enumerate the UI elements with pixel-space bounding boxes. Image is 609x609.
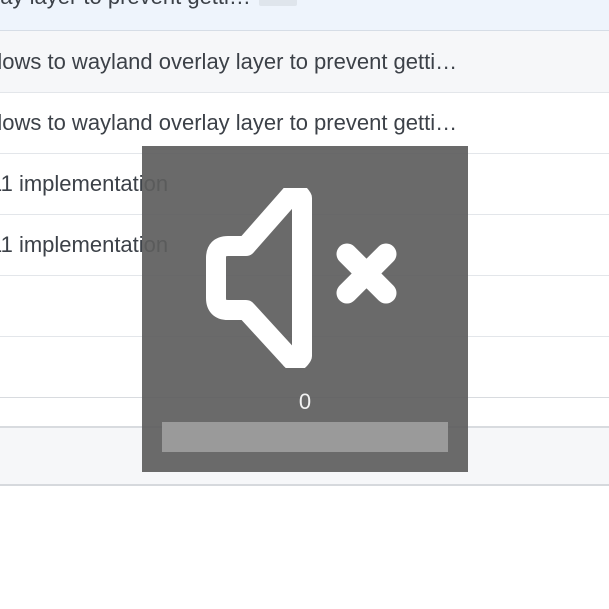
list-item-title: nay layer to prevent getti…	[0, 0, 251, 14]
list-item-title: dows to wayland overlay layer to prevent…	[0, 110, 458, 135]
list-item[interactable]: dows to wayland overlay layer to prevent…	[0, 93, 609, 154]
list-item-badge	[259, 0, 297, 6]
app-window: nay layer to prevent getti… dows to wayl…	[0, 0, 609, 609]
list-item[interactable]: dows to wayland overlay layer to prevent…	[0, 31, 609, 93]
volume-osd: 0	[142, 146, 468, 472]
volume-bar	[162, 422, 448, 452]
list-item[interactable]: nay layer to prevent getti…	[0, 0, 609, 31]
volume-value: 0	[298, 389, 312, 414]
speaker-muted-icon	[206, 188, 397, 368]
list-item-title: dows to wayland overlay layer to prevent…	[0, 48, 458, 74]
